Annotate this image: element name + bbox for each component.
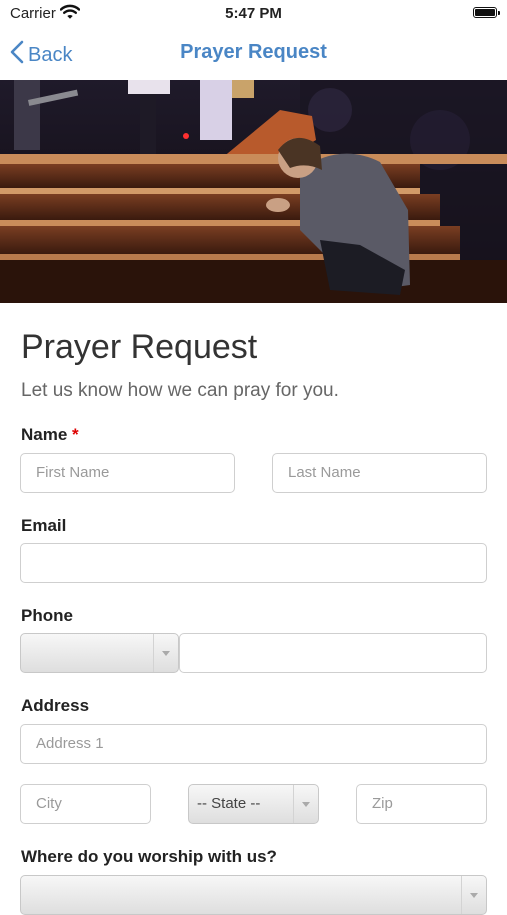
phone-country-dropdown-toggle[interactable] (153, 634, 178, 672)
city-field[interactable]: City (20, 784, 151, 824)
address-label: Address (21, 696, 90, 715)
first-name-field[interactable]: First Name (20, 453, 235, 493)
form-subtitle: Let us know how we can pray for you. (21, 380, 339, 401)
nav-title: Prayer Request (180, 41, 327, 63)
zip-field[interactable]: Zip (356, 784, 487, 824)
name-label-text: Name (21, 425, 68, 444)
status-bar: Carrier 5:47 PM (0, 0, 507, 28)
chevron-down-icon (302, 802, 310, 807)
email-field[interactable] (20, 543, 487, 583)
chevron-down-icon (162, 651, 170, 656)
address1-field[interactable]: Address 1 (20, 724, 487, 764)
phone-number-field[interactable] (179, 633, 487, 673)
state-select[interactable]: -- State -- (188, 784, 319, 824)
status-time: 5:47 PM (225, 5, 282, 22)
worship-dropdown-toggle[interactable] (461, 876, 486, 914)
chevron-down-icon (470, 893, 478, 898)
email-label: Email (21, 516, 67, 535)
phone-label: Phone (21, 606, 73, 625)
phone-country-select[interactable] (20, 633, 179, 673)
worship-location-select[interactable] (20, 875, 487, 915)
name-label: Name * (21, 425, 79, 445)
hero-image (0, 80, 507, 303)
form-heading: Prayer Request (21, 328, 258, 366)
state-select-value: -- State -- (197, 795, 261, 812)
battery-icon (473, 7, 500, 18)
prayer-request-form: Prayer Request Let us know how we can pr… (0, 303, 507, 915)
state-dropdown-toggle[interactable] (293, 785, 318, 823)
nav-bar: Back Prayer Request (0, 28, 507, 78)
required-mark: * (72, 425, 79, 444)
last-name-field[interactable]: Last Name (272, 453, 487, 493)
worship-label: Where do you worship with us? (21, 847, 277, 866)
